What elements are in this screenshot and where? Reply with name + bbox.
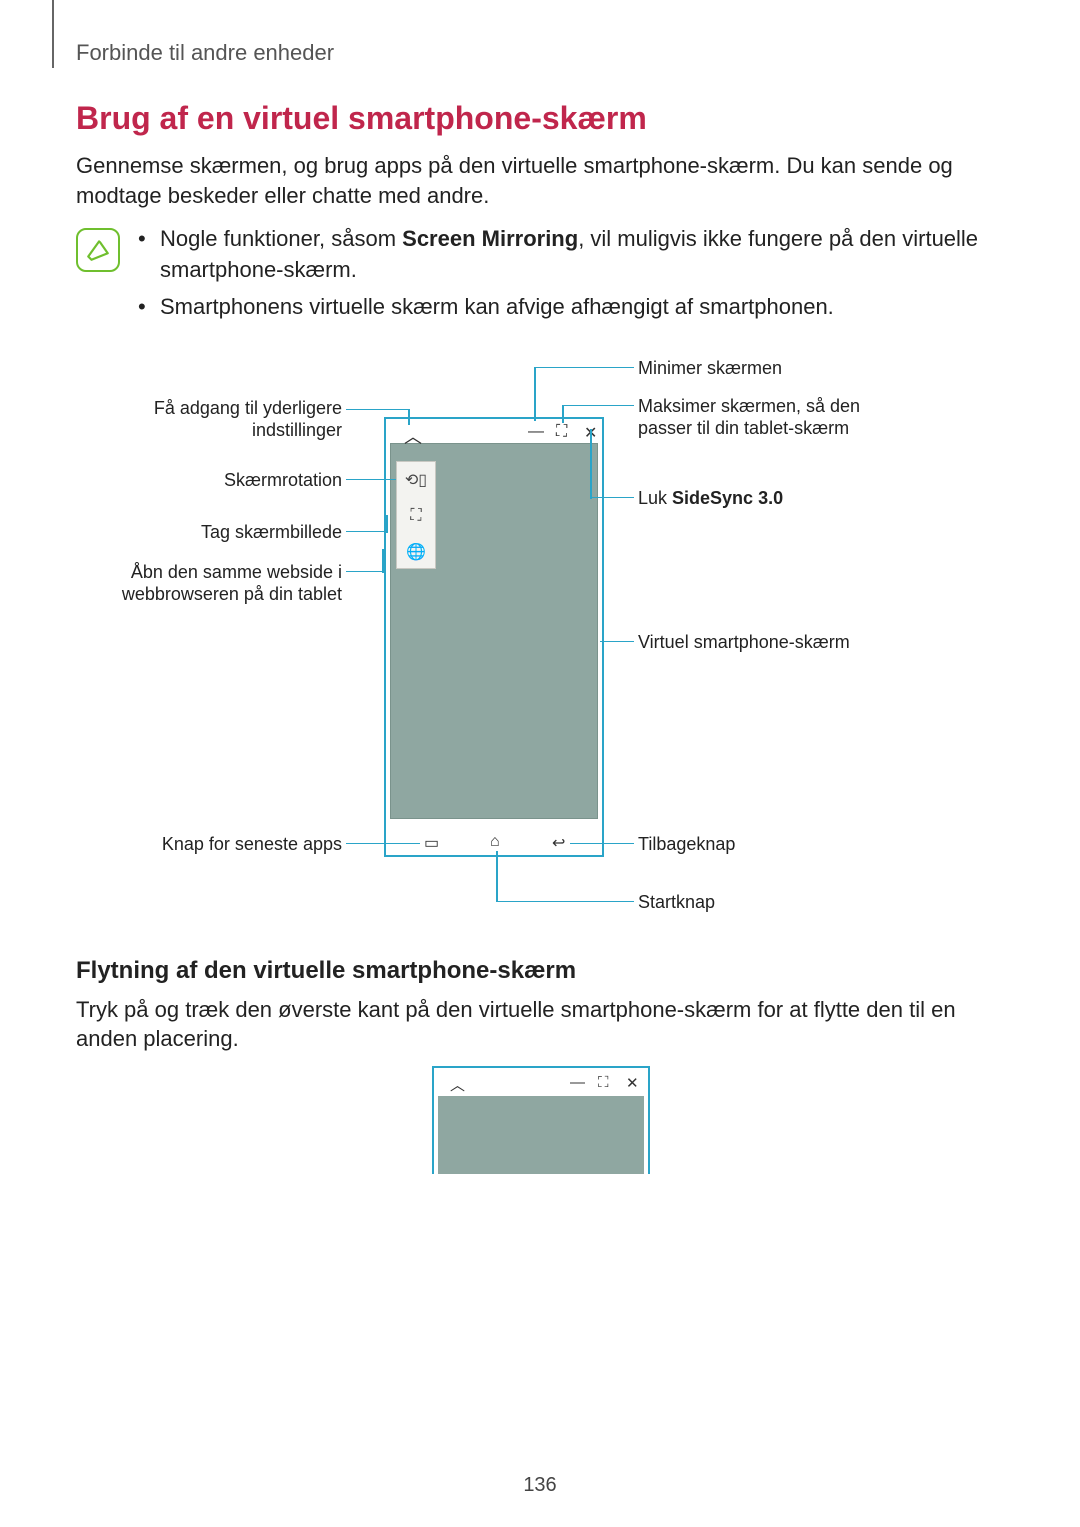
sub-paragraph: Tryk på og træk den øverste kant på den … <box>76 995 1006 1054</box>
web-icon: 🌐 <box>397 534 435 570</box>
maximize-icon: ⛶ <box>598 1074 609 1091</box>
small-diagram: ︿ — ⛶ ✕ <box>426 1066 656 1174</box>
home-icon: ⌂ <box>490 833 500 851</box>
label-minimize: Minimer skærmen <box>638 357 782 380</box>
label-close: Luk SideSync 3.0 <box>638 487 783 510</box>
chevron-up-icon: ︿ <box>450 1074 465 1095</box>
label-rotate: Skærmrotation <box>76 469 342 492</box>
breadcrumb: Forbinde til andre enheder <box>76 40 1028 66</box>
note-bullet-2: Smartphonens virtuelle skærm kan afvige … <box>138 292 1006 323</box>
label-virtual: Virtuel smartphone-skærm <box>638 631 850 654</box>
close-icon: ✕ <box>626 1074 639 1092</box>
minimize-icon: — <box>528 423 544 441</box>
label-recent: Knap for seneste apps <box>76 833 342 856</box>
page-number: 136 <box>0 1474 1080 1497</box>
minimize-icon: — <box>570 1074 585 1091</box>
intro-paragraph: Gennemse skærmen, og brug apps på den vi… <box>76 151 1006 210</box>
diagram: ︿ — ⛶ ✕ ⟲▯ ⛶ 🌐 ▭ ⌂ ↩ Få adgang til yderl… <box>76 357 1006 927</box>
note-icon <box>76 228 120 272</box>
maximize-icon: ⛶ <box>556 423 567 441</box>
label-back: Tilbageknap <box>638 833 735 856</box>
label-screenshot: Tag skærmbillede <box>76 521 342 544</box>
note-block: Nogle funktioner, såsom Screen Mirroring… <box>76 224 1006 328</box>
recent-apps-icon: ▭ <box>424 833 439 853</box>
chevron-up-icon: ︿ <box>404 423 422 449</box>
label-web: Åbn den samme webside i webbrowseren på … <box>76 561 342 606</box>
label-maximize: Maksimer skærmen, så den passer til din … <box>638 395 898 440</box>
sub-heading: Flytning af den virtuelle smartphone-skæ… <box>76 957 1006 985</box>
label-home: Startknap <box>638 891 715 914</box>
back-icon: ↩ <box>552 833 565 853</box>
note-bullet-1: Nogle funktioner, såsom Screen Mirroring… <box>138 224 1006 286</box>
rotate-icon: ⟲▯ <box>397 462 435 498</box>
page-heading: Brug af en virtuel smartphone-skærm <box>76 100 1006 137</box>
screenshot-icon: ⛶ <box>397 498 435 534</box>
label-settings: Få adgang til yderligere indstillinger <box>76 397 342 442</box>
side-toolbar: ⟲▯ ⛶ 🌐 <box>396 461 436 569</box>
